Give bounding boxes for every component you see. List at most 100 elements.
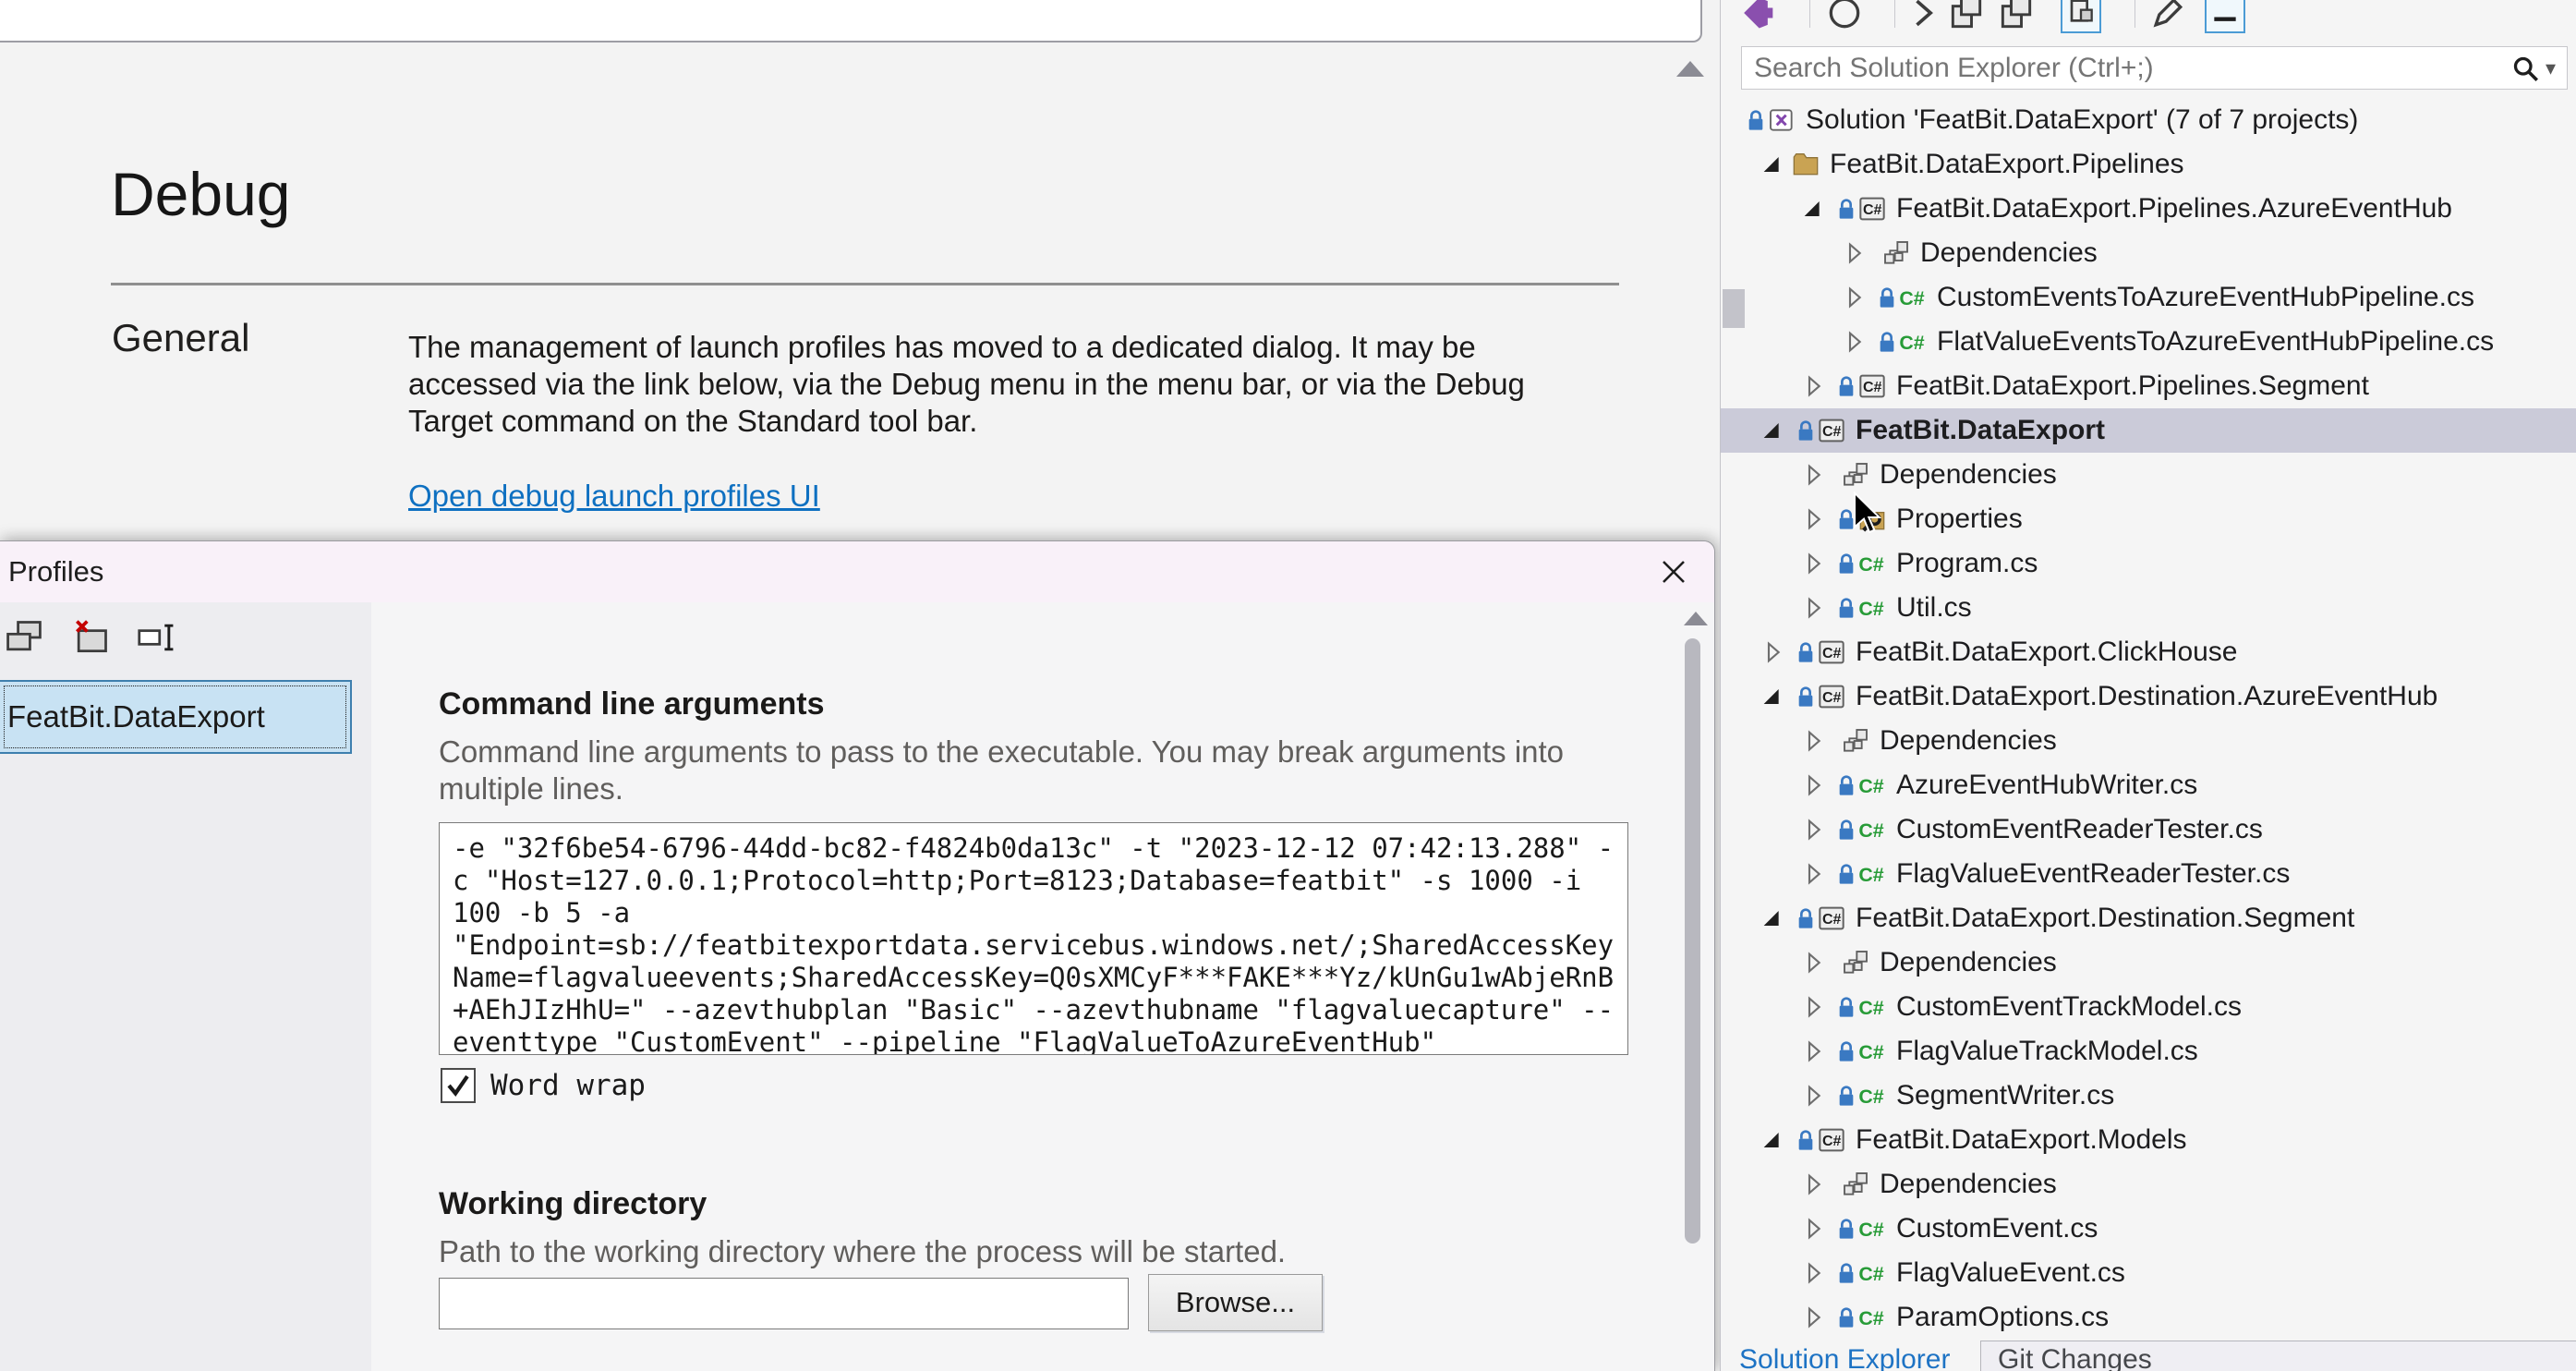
profiles-toolbar bbox=[2, 617, 179, 658]
duplicate-profile-icon[interactable] bbox=[2, 617, 46, 658]
tree-item-label: Dependencies bbox=[1880, 1169, 2057, 1200]
tab-solution-explorer[interactable]: Solution Explorer bbox=[1721, 1341, 1981, 1371]
expander-expanded-icon[interactable] bbox=[1758, 682, 1791, 711]
expander-expanded-icon[interactable] bbox=[1798, 194, 1832, 224]
tree-item[interactable]: C#FeatBit.DataExport.Destination.Segment bbox=[1721, 896, 2576, 940]
profiles-dialog-titlebar[interactable]: Profiles bbox=[0, 541, 1714, 602]
browse-button[interactable]: Browse... bbox=[1148, 1274, 1323, 1331]
restore-nesting-icon[interactable] bbox=[1996, 0, 2037, 33]
refresh-icon[interactable] bbox=[1824, 0, 1865, 33]
expander-collapsed-icon[interactable] bbox=[1798, 992, 1832, 1022]
tree-item[interactable]: Solution 'FeatBit.DataExport' (7 of 7 pr… bbox=[1721, 98, 2576, 142]
tree-item[interactable]: C#ParamOptions.cs bbox=[1721, 1295, 2576, 1340]
tab-git-changes[interactable]: Git Changes bbox=[1981, 1344, 2152, 1371]
collapse-all-icon[interactable] bbox=[1946, 0, 1987, 33]
svg-text:C#: C# bbox=[1858, 1219, 1883, 1241]
tree-item[interactable]: Dependencies bbox=[1721, 1162, 2576, 1207]
tree-item[interactable]: C#FlagValueTrackModel.cs bbox=[1721, 1029, 2576, 1074]
expander-collapsed-icon[interactable] bbox=[1798, 1258, 1832, 1288]
expander-collapsed-icon[interactable] bbox=[1798, 371, 1832, 401]
tree-item[interactable]: C#FeatBit.DataExport.Destination.AzureEv… bbox=[1721, 674, 2576, 719]
expander-expanded-icon[interactable] bbox=[1758, 904, 1791, 933]
show-all-files-icon[interactable] bbox=[2061, 0, 2101, 33]
rename-profile-icon[interactable] bbox=[135, 617, 179, 658]
expander-collapsed-icon[interactable] bbox=[1798, 948, 1832, 977]
tree-item[interactable]: C#Util.cs bbox=[1721, 586, 2576, 630]
tree-item[interactable]: Dependencies bbox=[1721, 940, 2576, 985]
expander-collapsed-icon[interactable] bbox=[1758, 637, 1791, 667]
working-directory-input[interactable] bbox=[439, 1278, 1129, 1329]
expander-collapsed-icon[interactable] bbox=[1798, 770, 1832, 800]
tree-item[interactable]: Properties bbox=[1721, 497, 2576, 541]
lock-icon bbox=[1832, 504, 1856, 534]
expander-collapsed-icon[interactable] bbox=[1798, 1037, 1832, 1066]
tree-item[interactable]: C#SegmentWriter.cs bbox=[1721, 1074, 2576, 1118]
tree-item-label: FlagValueTrackModel.cs bbox=[1896, 1036, 2198, 1067]
svg-text:C#: C# bbox=[1822, 912, 1842, 928]
tree-item[interactable]: C#FeatBit.DataExport.Pipelines.Segment bbox=[1721, 364, 2576, 408]
tree-item[interactable]: Dependencies bbox=[1721, 719, 2576, 763]
svg-text:C#: C# bbox=[1858, 553, 1883, 576]
command-line-arguments-description: Command line arguments to pass to the ex… bbox=[439, 734, 1593, 807]
edit-icon[interactable] bbox=[2147, 0, 2188, 33]
expander-collapsed-icon[interactable] bbox=[1798, 1303, 1832, 1332]
lock-icon bbox=[1832, 1081, 1856, 1110]
open-debug-launch-profiles-link[interactable]: Open debug launch profiles UI bbox=[408, 479, 820, 514]
expander-expanded-icon[interactable] bbox=[1758, 1125, 1791, 1155]
preview-selected-items-icon[interactable] bbox=[2205, 0, 2245, 33]
tree-item[interactable]: FeatBit.DataExport.Pipelines bbox=[1721, 142, 2576, 187]
command-line-arguments-input[interactable]: -e "32f6be54-6796-44dd-bc82-f4824b0da13c… bbox=[439, 822, 1628, 1055]
csproj-icon: C# bbox=[1817, 1125, 1848, 1155]
csfile-icon: C# bbox=[1857, 815, 1889, 844]
tree-item-label: FeatBit.DataExport.Pipelines.AzureEventH… bbox=[1896, 193, 2452, 224]
tree-item-label: Dependencies bbox=[1920, 237, 2098, 269]
tree-item[interactable]: C#AzureEventHubWriter.cs bbox=[1721, 763, 2576, 807]
expander-collapsed-icon[interactable] bbox=[1839, 327, 1872, 357]
tree-item[interactable]: C#CustomEventsToAzureEventHubPipeline.cs bbox=[1721, 275, 2576, 320]
expander-collapsed-icon[interactable] bbox=[1839, 283, 1872, 312]
tree-item[interactable]: C#CustomEvent.cs bbox=[1721, 1207, 2576, 1251]
delete-profile-icon[interactable] bbox=[68, 617, 113, 658]
expander-collapsed-icon[interactable] bbox=[1798, 504, 1832, 534]
tree-item[interactable]: C#FlagValueEventReaderTester.cs bbox=[1721, 852, 2576, 896]
expander-collapsed-icon[interactable] bbox=[1798, 549, 1832, 578]
document-scroll-up-icon[interactable] bbox=[1676, 61, 1704, 77]
csfile-icon: C# bbox=[1857, 1303, 1889, 1332]
tree-item-label: AzureEventHubWriter.cs bbox=[1896, 770, 2197, 801]
tree-item[interactable]: C#FeatBit.DataExport.Models bbox=[1721, 1118, 2576, 1162]
word-wrap-checkbox[interactable] bbox=[441, 1068, 476, 1103]
tree-item[interactable]: C#FlatValueEventsToAzureEventHubPipeline… bbox=[1721, 320, 2576, 364]
folder-icon bbox=[1791, 150, 1822, 179]
expander-collapsed-icon[interactable] bbox=[1839, 238, 1872, 268]
expander-collapsed-icon[interactable] bbox=[1798, 815, 1832, 844]
tree-item[interactable]: C#Program.cs bbox=[1721, 541, 2576, 586]
switch-views-icon[interactable] bbox=[1735, 0, 1776, 33]
tree-item[interactable]: C#CustomEventTrackModel.cs bbox=[1721, 985, 2576, 1029]
expander-collapsed-icon[interactable] bbox=[1798, 1081, 1832, 1110]
expander-expanded-icon[interactable] bbox=[1758, 416, 1791, 445]
tree-item[interactable]: C#FeatBit.DataExport.Pipelines.AzureEven… bbox=[1721, 187, 2576, 231]
expander-collapsed-icon[interactable] bbox=[1798, 460, 1832, 490]
sync-with-active-document-icon[interactable] bbox=[1902, 0, 1942, 33]
expander-expanded-icon[interactable] bbox=[1758, 150, 1791, 179]
search-icon[interactable] bbox=[2509, 52, 2542, 85]
search-options-chevron-down-icon[interactable]: ▾ bbox=[2546, 56, 2556, 80]
tree-item[interactable]: C#FeatBit.DataExport.ClickHouse bbox=[1721, 630, 2576, 674]
tree-item[interactable]: Dependencies bbox=[1721, 453, 2576, 497]
tree-item[interactable]: C#CustomEventReaderTester.cs bbox=[1721, 807, 2576, 852]
search-input[interactable] bbox=[1742, 53, 2509, 84]
expander-collapsed-icon[interactable] bbox=[1798, 593, 1832, 623]
expander-collapsed-icon[interactable] bbox=[1798, 859, 1832, 889]
close-icon[interactable] bbox=[1653, 552, 1694, 592]
expander-collapsed-icon[interactable] bbox=[1798, 1170, 1832, 1199]
dialog-scroll-up-icon[interactable] bbox=[1684, 612, 1708, 625]
tree-item[interactable]: Dependencies bbox=[1721, 231, 2576, 275]
tree-item[interactable]: C#FeatBit.DataExport bbox=[1721, 408, 2576, 453]
profile-list-item[interactable]: FeatBit.DataExport bbox=[0, 680, 352, 754]
tree-item-label: CustomEventTrackModel.cs bbox=[1896, 991, 2242, 1023]
tree-item-label: FlagValueEvent.cs bbox=[1896, 1257, 2125, 1289]
expander-collapsed-icon[interactable] bbox=[1798, 726, 1832, 756]
dialog-scrollbar-thumb[interactable] bbox=[1685, 638, 1700, 1244]
tree-item[interactable]: C#FlagValueEvent.cs bbox=[1721, 1251, 2576, 1295]
expander-collapsed-icon[interactable] bbox=[1798, 1214, 1832, 1244]
